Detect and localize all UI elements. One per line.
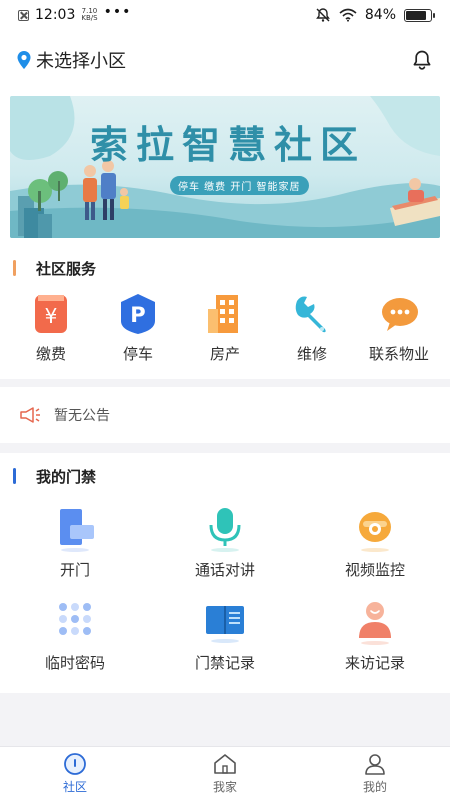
visitor-icon	[359, 602, 391, 645]
banner-subtitle: 停车 缴费 开门 智能家居	[170, 176, 309, 195]
more-notifications-icon: •••	[103, 4, 132, 20]
home-icon	[214, 754, 236, 774]
tab-label: 社区	[62, 780, 87, 794]
access-grid: 开门 通话对讲 视频监控 临时密码 门禁记录 来访记录	[0, 499, 450, 673]
access-label: 通话对讲	[194, 561, 255, 579]
svg-text:¥: ¥	[45, 304, 58, 328]
user-icon	[365, 754, 385, 775]
services-row: ¥ 缴费 P 停车 房产 维修 联系物业	[0, 291, 450, 379]
announcement-text: 暂无公告	[54, 408, 110, 424]
bell-icon[interactable]	[410, 48, 434, 72]
service-label: 缴费	[35, 345, 66, 363]
service-payment[interactable]: ¥ 缴费	[8, 291, 94, 379]
section-header: 社区服务	[0, 245, 450, 291]
service-label: 房产	[209, 345, 240, 363]
access-label: 门禁记录	[194, 654, 255, 672]
access-open-door[interactable]: 开门	[0, 505, 150, 580]
tab-label: 我家	[212, 780, 237, 794]
payment-icon: ¥	[35, 295, 67, 333]
wifi-icon	[339, 8, 357, 22]
community-icon	[64, 753, 86, 775]
service-property[interactable]: 房产	[182, 291, 268, 379]
section-accent-bar	[13, 260, 16, 276]
section-accent-bar	[13, 468, 16, 484]
wrench-icon	[295, 296, 326, 333]
parking-icon: P	[121, 294, 155, 334]
status-time: 12:03	[35, 7, 76, 23]
main-content: 索拉智慧社区 停车 缴费 开门 智能家居 社区服务 ¥ 缴费 P 停车 房产 维…	[0, 90, 450, 746]
bottom-tab-bar: 社区 我家 我的	[0, 746, 450, 800]
community-services-section: 社区服务 ¥ 缴费 P 停车 房产 维修 联系物业	[0, 245, 450, 379]
network-speed: 7.10 KB/S	[81, 8, 97, 22]
service-parking[interactable]: P 停车	[95, 291, 181, 379]
network-speed-unit: KB/S	[81, 14, 98, 22]
community-selector[interactable]: 未选择小区	[36, 47, 126, 73]
access-intercom[interactable]: 通话对讲	[150, 505, 300, 580]
access-temp-password[interactable]: 临时密码	[0, 598, 150, 673]
tab-mine[interactable]: 我的	[300, 747, 450, 800]
access-control-section: 我的门禁 开门 通话对讲 视频监控 临时密码 门禁记录 来访记录	[0, 453, 450, 693]
access-label: 开门	[59, 561, 90, 579]
section-title-services: 社区服务	[36, 259, 97, 278]
service-repair[interactable]: 维修	[269, 291, 355, 379]
banner-title: 索拉智慧社区	[90, 123, 367, 167]
access-label: 来访记录	[344, 654, 405, 672]
status-bar: 12:03 7.10 KB/S ••• 84%	[0, 0, 450, 30]
battery-icon	[404, 8, 435, 22]
microphone-icon	[209, 508, 241, 552]
battery-percent: 84%	[364, 7, 396, 23]
service-label: 停车	[122, 345, 153, 363]
keypad-icon	[59, 603, 91, 635]
access-records[interactable]: 门禁记录	[150, 598, 300, 673]
section-header: 我的门禁	[0, 453, 450, 499]
access-video-monitor[interactable]: 视频监控	[300, 505, 450, 580]
door-open-icon	[60, 509, 94, 552]
service-label: 联系物业	[368, 345, 429, 363]
chat-icon	[382, 298, 418, 331]
tab-community[interactable]: 社区	[0, 747, 150, 800]
tab-home[interactable]: 我家	[150, 747, 300, 800]
tab-label: 我的	[362, 780, 387, 794]
megaphone-icon	[20, 407, 40, 423]
service-contact[interactable]: 联系物业	[356, 291, 442, 379]
top-header: 未选择小区	[0, 30, 450, 90]
book-icon	[206, 606, 244, 643]
access-label: 临时密码	[44, 654, 105, 672]
banner[interactable]: 索拉智慧社区 停车 缴费 开门 智能家居	[10, 96, 440, 238]
section-title-access: 我的门禁	[36, 467, 97, 486]
service-label: 维修	[296, 345, 327, 363]
access-label: 视频监控	[344, 561, 405, 579]
building-icon	[208, 295, 238, 333]
announcement-bar[interactable]: 暂无公告	[0, 387, 450, 443]
mute-bell-icon	[315, 8, 330, 22]
banner-container: 索拉智慧社区 停车 缴费 开门 智能家居	[0, 90, 450, 245]
location-pin-icon[interactable]	[16, 50, 32, 70]
notification-close-icon	[18, 9, 29, 21]
access-visitor-records[interactable]: 来访记录	[300, 598, 450, 673]
svg-text:P: P	[130, 303, 145, 327]
camera-icon	[359, 512, 391, 552]
